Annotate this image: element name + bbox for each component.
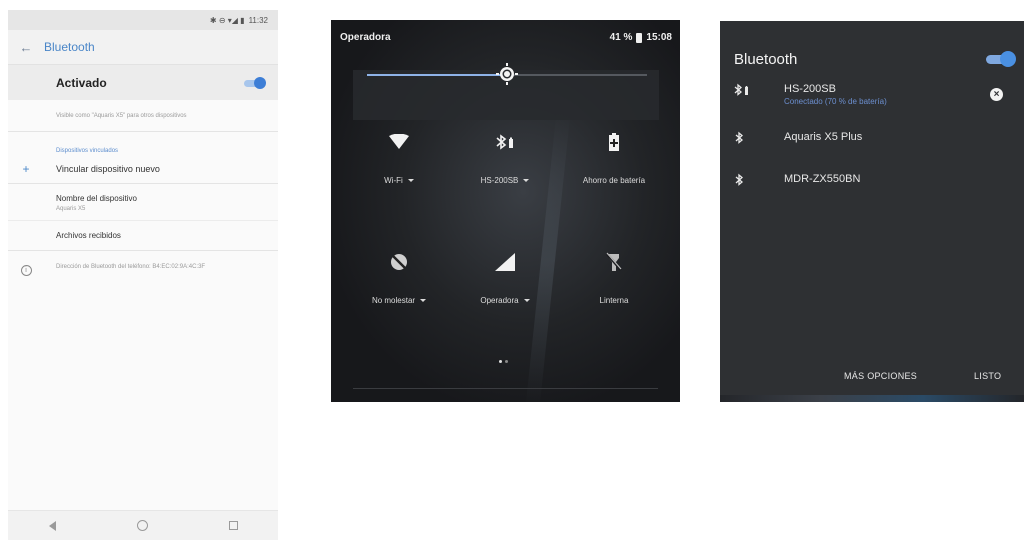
more-options-button[interactable]: MÁS OPCIONES bbox=[844, 371, 917, 381]
chevron-down-icon[interactable] bbox=[523, 299, 530, 302]
nav-recents-icon[interactable] bbox=[228, 521, 238, 530]
toggle-knob bbox=[1000, 51, 1016, 67]
flashlight-off-icon bbox=[559, 250, 669, 274]
background-peek bbox=[720, 395, 1024, 402]
status-time: 11:32 bbox=[248, 15, 268, 25]
bt-address-text: Dirección de Bluetooth del teléfono: B4:… bbox=[56, 264, 206, 270]
tile-bluetooth[interactable]: HS-200SB bbox=[450, 130, 560, 185]
pair-new-device-item[interactable]: + Vincular dispositivo nuevo bbox=[8, 154, 278, 184]
status-time: 15:08 bbox=[646, 32, 672, 43]
toolbar: ← Bluetooth bbox=[8, 30, 278, 64]
chevron-down-icon[interactable] bbox=[407, 179, 414, 182]
bluetooth-icon bbox=[734, 173, 784, 187]
device-name-item[interactable]: Nombre del dispositivo Aquaris X5 bbox=[8, 184, 278, 221]
dialog-actions: MÁS OPCIONES LISTO bbox=[720, 371, 1024, 387]
device-name: MDR-ZX550BN bbox=[784, 173, 861, 185]
do-not-disturb-icon bbox=[344, 250, 454, 274]
device-item-aquaris-x5-plus[interactable]: Aquaris X5 Plus bbox=[734, 131, 862, 145]
tile-wifi-label: Wi-Fi bbox=[384, 176, 403, 185]
page-dot bbox=[505, 360, 508, 363]
done-button[interactable]: LISTO bbox=[974, 371, 1001, 381]
brightness-sun-icon[interactable] bbox=[493, 60, 521, 88]
back-arrow-icon[interactable]: ← bbox=[8, 40, 44, 55]
page-indicator bbox=[499, 360, 508, 363]
bluetooth-toggle[interactable] bbox=[986, 51, 1016, 67]
screenshot-collage: ✱ ⊖ ▾◢ ▮ 11:32 ← Bluetooth Activado Visi… bbox=[0, 0, 1024, 540]
tile-do-not-disturb-label: No molestar bbox=[371, 296, 416, 305]
paired-devices-header: Dispositivos vinculados bbox=[56, 148, 119, 154]
received-files-item[interactable]: Archivos recibidos bbox=[8, 221, 278, 251]
toggle-knob bbox=[254, 76, 266, 89]
disconnect-close-icon[interactable]: × bbox=[990, 88, 1003, 101]
signal-icon bbox=[450, 250, 560, 274]
chevron-down-icon[interactable] bbox=[420, 299, 427, 302]
bluetooth-icon bbox=[734, 131, 784, 145]
tile-bluetooth-label: HS-200SB bbox=[480, 176, 519, 185]
device-name-value: Aquaris X5 bbox=[56, 206, 86, 212]
device-name: Aquaris X5 Plus bbox=[784, 131, 863, 143]
nav-back-icon[interactable] bbox=[48, 520, 56, 531]
status-icons: ✱ ⊖ ▾◢ ▮ bbox=[209, 15, 245, 25]
device-name: HS-200SB bbox=[784, 83, 836, 95]
bluetooth-toggle[interactable] bbox=[242, 76, 266, 89]
plus-icon: + bbox=[22, 161, 30, 176]
bluetooth-settings-screen: ✱ ⊖ ▾◢ ▮ 11:32 ← Bluetooth Activado Visi… bbox=[8, 10, 278, 540]
pair-new-device-label: Vincular dispositivo nuevo bbox=[56, 163, 160, 174]
battery-percent: 41 % bbox=[609, 32, 633, 43]
brightness-slider[interactable] bbox=[367, 63, 647, 85]
quick-settings-panel: Operadora 41 % 15:08 Wi-Fi HS-200SB Ahor… bbox=[331, 20, 680, 402]
info-icon: i bbox=[20, 265, 32, 276]
page-title: Bluetooth bbox=[44, 40, 95, 54]
battery-icon bbox=[636, 32, 643, 43]
nav-home-icon[interactable] bbox=[136, 520, 148, 531]
wifi-icon bbox=[344, 130, 454, 154]
carrier-name: Operadora bbox=[340, 32, 391, 43]
tile-battery-saver-label: Ahorro de batería bbox=[582, 176, 646, 185]
device-status: Conectado (70 % de batería) bbox=[784, 97, 887, 106]
tile-flashlight-label: Linterna bbox=[599, 296, 629, 305]
bt-address-info: i Dirección de Bluetooth del teléfono: B… bbox=[8, 251, 278, 276]
divider bbox=[353, 388, 658, 389]
status-bar: Operadora 41 % 15:08 bbox=[340, 32, 672, 43]
chevron-down-icon[interactable] bbox=[523, 179, 530, 182]
battery-saver-icon bbox=[559, 130, 669, 154]
master-switch-label: Activado bbox=[56, 75, 107, 90]
bluetooth-master-switch-row[interactable]: Activado bbox=[8, 64, 278, 100]
page-dot-active bbox=[499, 360, 502, 363]
device-item-hs-200sb[interactable]: HS-200SB Conectado (70 % de batería) bbox=[734, 83, 887, 106]
tile-battery-saver[interactable]: Ahorro de batería bbox=[559, 130, 669, 185]
brightness-slider-fill bbox=[367, 74, 507, 76]
dialog-title: Bluetooth bbox=[734, 51, 798, 68]
tile-mobile-data[interactable]: Operadora bbox=[450, 250, 560, 305]
tile-wifi[interactable]: Wi-Fi bbox=[344, 130, 454, 185]
bluetooth-battery-icon bbox=[734, 83, 784, 97]
bluetooth-battery-icon bbox=[450, 130, 560, 154]
device-name-title: Nombre del dispositivo bbox=[56, 194, 137, 203]
tile-mobile-data-label: Operadora bbox=[480, 296, 519, 305]
status-bar: ✱ ⊖ ▾◢ ▮ 11:32 bbox=[8, 10, 278, 30]
bluetooth-dialog: Bluetooth HS-200SB Conectado (70 % de ba… bbox=[720, 21, 1024, 402]
navigation-bar bbox=[8, 510, 278, 540]
tile-do-not-disturb[interactable]: No molestar bbox=[344, 250, 454, 305]
tile-flashlight[interactable]: Linterna bbox=[559, 250, 669, 305]
device-item-mdr-zx550bn[interactable]: MDR-ZX550BN bbox=[734, 173, 860, 187]
brightness-slider-area bbox=[353, 63, 659, 120]
visibility-text: Visible como "Aquaris X5" para otros dis… bbox=[8, 100, 278, 132]
